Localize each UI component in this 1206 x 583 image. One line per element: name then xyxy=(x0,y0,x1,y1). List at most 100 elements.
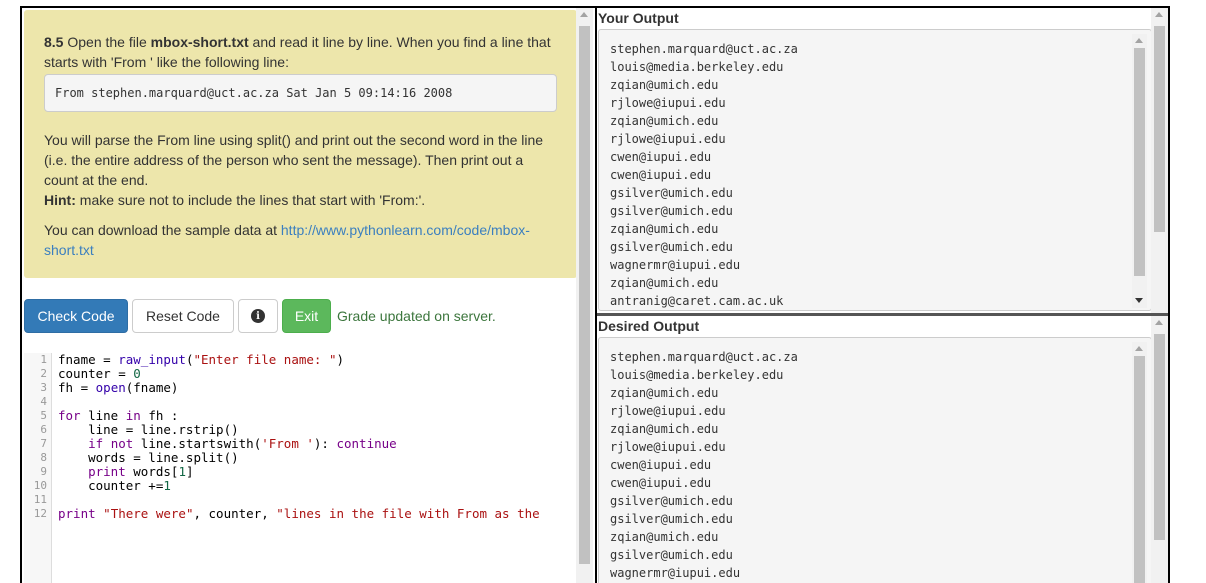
line-number: 5 xyxy=(40,409,47,422)
scroll-thumb[interactable] xyxy=(1134,356,1145,583)
code-line[interactable]: counter +=1 xyxy=(58,479,540,493)
toolbar: Check Code Reset Code i Exit Grade updat… xyxy=(24,299,496,333)
your-output-title: Your Output xyxy=(598,10,679,26)
output-line: louis@media.berkeley.edu xyxy=(610,60,784,74)
line-number: 3 xyxy=(40,381,47,394)
scroll-up-icon[interactable] xyxy=(1155,320,1163,325)
download-paragraph: You can download the sample data at http… xyxy=(44,220,557,260)
code-line[interactable]: for line in fh : xyxy=(58,409,540,423)
task-description: 8.5 Open the file mbox-short.txt and rea… xyxy=(24,10,577,278)
line-number: 10 xyxy=(33,479,47,492)
desired-output-outer-scrollbar[interactable] xyxy=(1151,316,1168,583)
code-lines[interactable]: fname = raw_input("Enter file name: ") co… xyxy=(58,353,540,521)
scroll-thumb[interactable] xyxy=(1134,48,1145,276)
line-number: 1 xyxy=(40,353,47,366)
exit-button[interactable]: Exit xyxy=(282,299,331,333)
output-line: rjlowe@iupui.edu xyxy=(610,96,726,110)
scroll-up-icon[interactable] xyxy=(1155,12,1163,17)
your-output-outer-scrollbar[interactable] xyxy=(1151,8,1168,313)
code-line[interactable]: counter = 0 xyxy=(58,367,540,381)
code-line[interactable]: ​ xyxy=(58,395,540,409)
output-line: stephen.marquard@uct.ac.za xyxy=(610,42,798,56)
output-line: gsilver@umich.edu xyxy=(610,512,733,526)
output-line: gsilver@umich.edu xyxy=(610,204,733,218)
info-button[interactable]: i xyxy=(238,299,278,333)
your-output-lines: stephen.marquard@uct.ac.za louis@media.be… xyxy=(610,40,798,310)
output-line: zqian@umich.edu xyxy=(610,530,719,544)
output-line: stephen.marquard@uct.ac.za xyxy=(610,350,798,364)
task-instructions: You will parse the From line using split… xyxy=(44,130,557,210)
grade-status: Grade updated on server. xyxy=(337,308,496,324)
output-line: antranig@caret.cam.ac.uk xyxy=(610,294,784,308)
output-line: cwen@iupui.edu xyxy=(610,476,712,490)
scroll-up-icon[interactable] xyxy=(1135,38,1143,43)
code-line[interactable]: print words[1] xyxy=(58,465,540,479)
code-line[interactable]: fname = raw_input("Enter file name: ") xyxy=(58,353,540,367)
output-line: zqian@umich.edu xyxy=(610,386,719,400)
output-line: zqian@umich.edu xyxy=(610,276,719,290)
line-number: 8 xyxy=(40,451,47,464)
scroll-up-icon[interactable] xyxy=(1135,346,1143,351)
task-filename: mbox-short.txt xyxy=(150,34,249,50)
code-line[interactable]: ​ xyxy=(58,493,540,507)
left-scrollbar[interactable] xyxy=(576,8,593,583)
download-text: You can download the sample data at xyxy=(44,222,281,238)
line-number: 7 xyxy=(40,437,47,450)
output-line: zqian@umich.edu xyxy=(610,114,719,128)
your-output-box: stephen.marquard@uct.ac.za louis@media.be… xyxy=(598,29,1152,311)
reset-code-button[interactable]: Reset Code xyxy=(132,299,234,333)
instructions-text: You will parse the From line using split… xyxy=(44,132,544,188)
task-number: 8.5 xyxy=(44,34,64,50)
scroll-up-icon[interactable] xyxy=(580,12,588,17)
output-line: rjlowe@iupui.edu xyxy=(610,440,726,454)
output-line: zqian@umich.edu xyxy=(610,222,719,236)
left-panel: 8.5 Open the file mbox-short.txt and rea… xyxy=(20,6,597,583)
code-line[interactable]: print "There were", counter, "lines in t… xyxy=(58,507,540,521)
code-line[interactable]: fh = open(fname) xyxy=(58,381,540,395)
desired-output-scrollbar[interactable] xyxy=(1132,342,1147,583)
check-code-button[interactable]: Check Code xyxy=(24,299,128,333)
scroll-thumb[interactable] xyxy=(1154,26,1165,232)
output-line: cwen@iupui.edu xyxy=(610,458,712,472)
output-line: gsilver@umich.edu xyxy=(610,186,733,200)
code-line[interactable]: if not line.startswith('From '): continu… xyxy=(58,437,540,451)
output-line: rjlowe@iupui.edu xyxy=(610,132,726,146)
hint-text: make sure not to include the lines that … xyxy=(75,192,426,208)
output-line: zqian@umich.edu xyxy=(610,422,719,436)
task-intro-a: Open the file xyxy=(63,34,151,50)
hint-label: Hint: xyxy=(44,192,76,208)
line-number: 11 xyxy=(33,493,47,506)
line-number: 9 xyxy=(40,465,47,478)
code-editor[interactable]: 1 2 3 4 5 6 7 8 9 10 11 12 fname = raw_input("Enter… xyxy=(24,353,577,583)
output-line: gsilver@umich.edu xyxy=(610,240,733,254)
output-comparison: Your Output stephen.marquard@uct.ac.za lo… xyxy=(595,6,1170,583)
desired-output-lines: stephen.marquard@uct.ac.za louis@media.be… xyxy=(610,348,798,582)
output-line: wagnermr@iupui.edu xyxy=(610,258,741,272)
output-line: gsilver@umich.edu xyxy=(610,494,733,508)
output-line: gsilver@umich.edu xyxy=(610,548,733,562)
your-output-scrollbar[interactable] xyxy=(1132,34,1147,308)
output-line: cwen@iupui.edu xyxy=(610,168,712,182)
task-intro: 8.5 Open the file mbox-short.txt and rea… xyxy=(44,32,557,72)
output-line: cwen@iupui.edu xyxy=(610,150,712,164)
code-line[interactable]: words = line.split() xyxy=(58,451,540,465)
line-number: 4 xyxy=(40,395,47,408)
desired-output-title: Desired Output xyxy=(598,318,700,334)
scroll-thumb[interactable] xyxy=(579,26,590,564)
desired-output-panel: Desired Output stephen.marquard@uct.ac.z… xyxy=(597,316,1168,583)
output-line: zqian@umich.edu xyxy=(610,78,719,92)
output-line: wagnermr@iupui.edu xyxy=(610,566,741,580)
scroll-down-icon[interactable] xyxy=(1135,298,1143,303)
desired-output-box: stephen.marquard@uct.ac.za louis@media.be… xyxy=(598,337,1152,583)
line-number: 6 xyxy=(40,423,47,436)
code-line[interactable]: line = line.rstrip() xyxy=(58,423,540,437)
scroll-thumb[interactable] xyxy=(1154,334,1165,540)
line-number: 12 xyxy=(33,507,47,520)
output-line: louis@media.berkeley.edu xyxy=(610,368,784,382)
output-line: rjlowe@iupui.edu xyxy=(610,404,726,418)
sample-from-line: From stephen.marquard@uct.ac.za Sat Jan … xyxy=(44,74,557,112)
info-icon: i xyxy=(251,309,265,323)
your-output-panel: Your Output stephen.marquard@uct.ac.za lo… xyxy=(597,8,1168,313)
line-number: 2 xyxy=(40,367,47,380)
line-number-gutter: 1 2 3 4 5 6 7 8 9 10 11 12 xyxy=(24,353,52,583)
